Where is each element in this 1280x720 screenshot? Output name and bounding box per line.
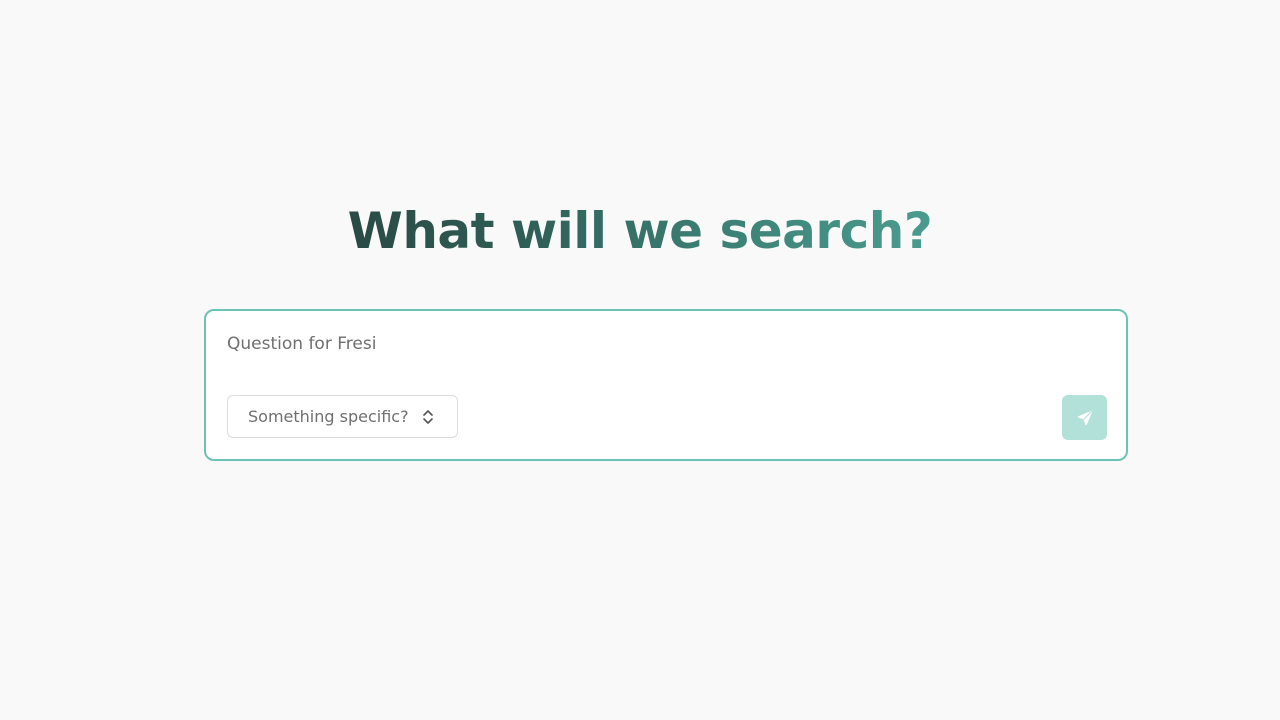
page: What will we search? Something specific? — [0, 0, 1280, 720]
page-title-text: What will we search? — [347, 202, 933, 260]
send-icon — [1077, 410, 1092, 425]
specific-selector[interactable]: Something specific? — [227, 395, 458, 438]
specific-selector-label: Something specific? — [248, 407, 409, 426]
search-box[interactable]: Something specific? — [204, 309, 1128, 461]
page-title: What will we search? — [0, 196, 1280, 266]
question-input[interactable] — [227, 329, 1087, 359]
send-button[interactable] — [1062, 395, 1107, 440]
chevron-up-down-icon — [421, 408, 435, 426]
